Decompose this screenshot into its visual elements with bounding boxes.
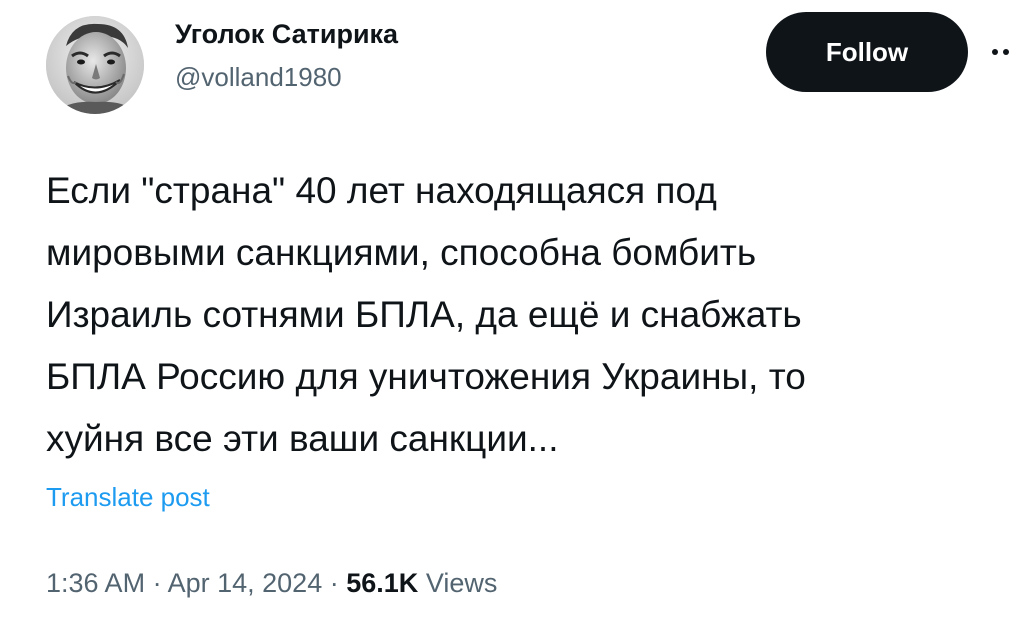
avatar[interactable] [46, 16, 144, 114]
post-card: Уголок Сатирика @volland1980 Follow Если… [0, 0, 1017, 637]
author-handle[interactable]: @volland1980 [175, 60, 398, 94]
meta-separator: · [329, 568, 339, 598]
meta-separator: · [152, 568, 162, 598]
smiling-man-avatar-icon [46, 16, 144, 114]
more-dot [1003, 49, 1009, 55]
follow-button[interactable]: Follow [766, 12, 968, 92]
views-label: Views [425, 568, 498, 598]
post-text-line: Если "страна" 40 лет находящаяся под [46, 170, 717, 211]
author-block: Уголок Сатирика @volland1980 [175, 16, 398, 94]
more-horizontal-icon[interactable] [992, 46, 1017, 58]
translate-post-link[interactable]: Translate post [46, 480, 210, 514]
post-date[interactable]: Apr 14, 2024 [168, 568, 323, 598]
views-count: 56.1K [346, 568, 419, 598]
post-text-line: хуйня все эти ваши санкции... [46, 418, 559, 459]
post-text-line: Израиль сотнями БПЛА, да ещё и снабжать [46, 294, 802, 335]
author-display-name[interactable]: Уголок Сатирика [175, 16, 398, 52]
post-text-line: мировыми санкциями, способна бомбить [46, 232, 757, 273]
more-dot [992, 49, 998, 55]
post-text: Если "страна" 40 лет находящаяся под мир… [46, 160, 986, 470]
post-meta: 1:36 AM · Apr 14, 2024 · 56.1K Views [46, 565, 497, 601]
post-text-line: БПЛА Россию для уничтожения Украины, то [46, 356, 806, 397]
post-time[interactable]: 1:36 AM [46, 568, 145, 598]
